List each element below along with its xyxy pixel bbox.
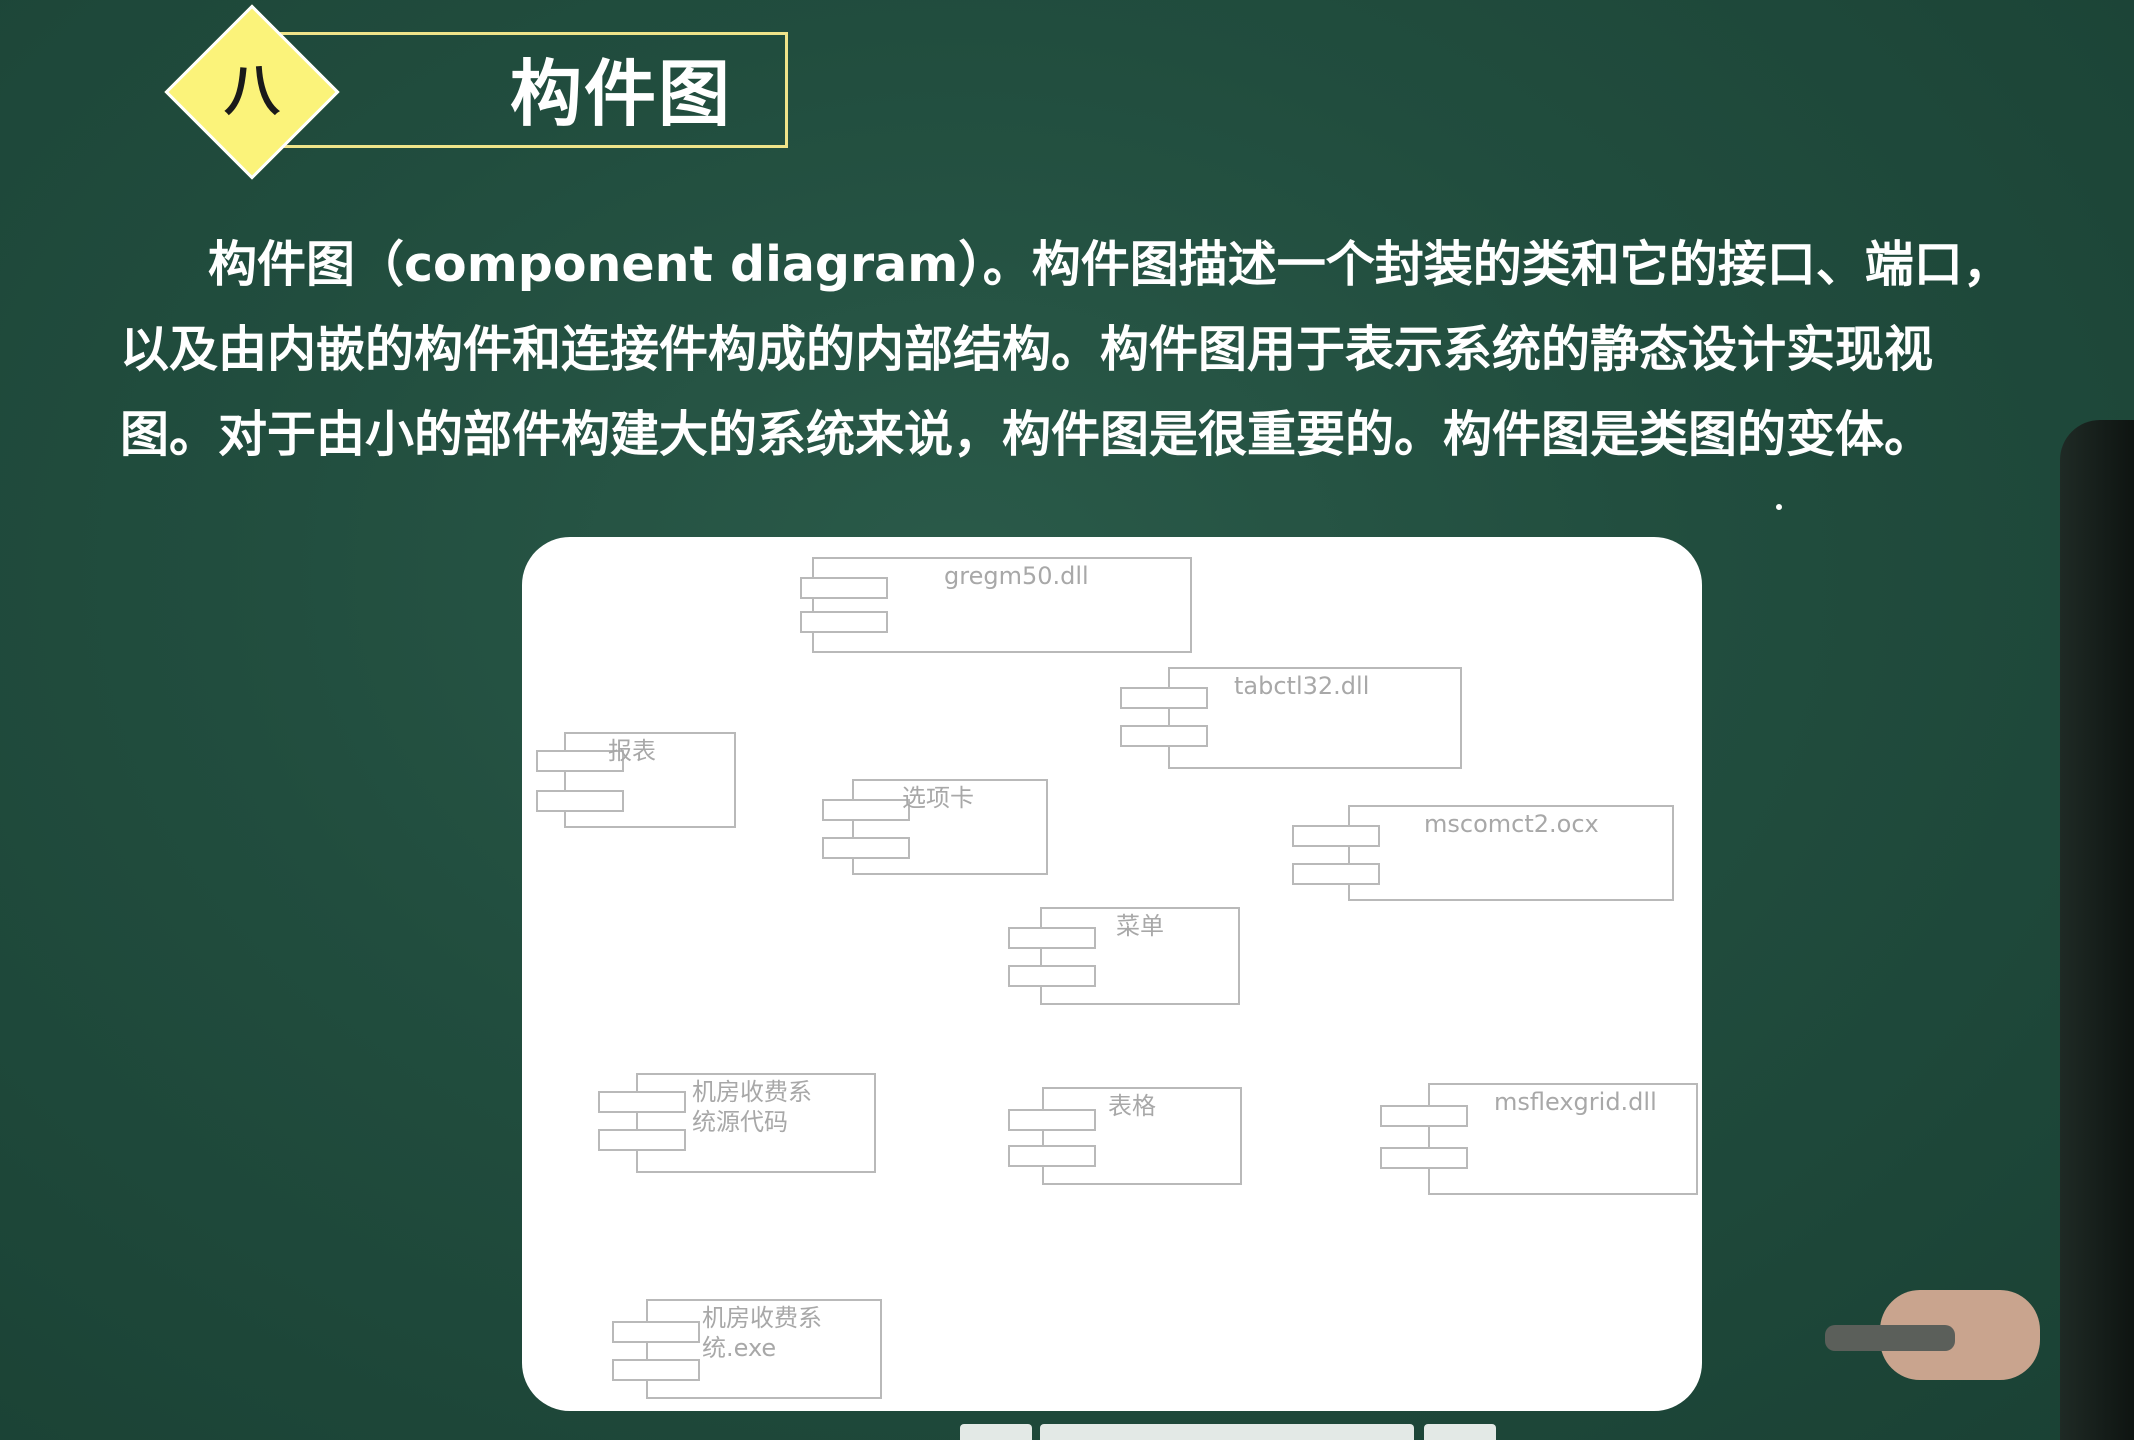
component-source: 机房收费系 统源代码 [598,1073,876,1173]
component-port [536,790,624,812]
description-paragraph: 构件图（component diagram）。构件图描述一个封装的类和它的接口、… [120,222,2130,477]
player-control-right [1424,1424,1496,1440]
component-port [612,1321,700,1343]
player-control-center [1040,1424,1414,1440]
section-number: 八 [224,59,280,124]
presenter-silhouette [2060,420,2134,1440]
component-label: 菜单 [1116,912,1164,940]
component-port [1008,927,1096,949]
component-label: 表格 [1108,1092,1156,1120]
component-port [1008,1145,1096,1167]
component-label: msflexgrid.dll [1494,1088,1657,1116]
description-line-3: 图。对于由小的部件构建大的系统来说，构件图是很重要的。构件图是类图的变体。 [120,406,1934,463]
component-port [1292,825,1380,847]
component-label: mscomct2.ocx [1424,810,1599,838]
component-port [1292,863,1380,885]
component-port [1120,725,1208,747]
component-port [598,1129,686,1151]
presenter-remote [1825,1325,1955,1351]
component-port [598,1091,686,1113]
component-port [1008,965,1096,987]
component-options: 选项卡 [822,779,1048,875]
description-line-1: 构件图（component diagram）。构件图描述一个封装的类和它的接口、… [208,236,2012,293]
component-label: 机房收费系 统源代码 [692,1078,812,1136]
component-port [800,577,888,599]
component-port [822,799,910,821]
component-msflexgrid: msflexgrid.dll [1380,1083,1698,1195]
component-menu: 菜单 [1008,907,1240,1005]
component-label: tabctl32.dll [1234,672,1370,700]
component-port [1120,687,1208,709]
component-forms: 表格 [1008,1087,1242,1185]
description-line-2: 以及由内嵌的构件和连接件构成的内部结构。构件图用于表示系统的静态设计实现视 [120,321,1934,378]
component-port [1380,1105,1468,1127]
component-port [822,837,910,859]
player-control-left [960,1424,1032,1440]
component-gregm50: gregm50.dll [800,557,1192,653]
component-port [1380,1147,1468,1169]
component-label: 选项卡 [902,784,974,812]
chalk-dot [1776,504,1782,510]
component-port [1008,1109,1096,1131]
component-report: 报表 [536,732,736,828]
component-port [800,611,888,633]
slide-title: 构件图 [510,52,733,136]
component-exe: 机房收费系 统.exe [612,1299,882,1399]
component-tabctl32: tabctl32.dll [1120,667,1462,769]
component-mscomct2: mscomct2.ocx [1292,805,1674,901]
component-port [612,1359,700,1381]
component-label: gregm50.dll [944,562,1089,590]
component-label: 报表 [608,737,656,765]
component-diagram-panel: gregm50.dll tabctl32.dll 报表 选项卡 mscomct2… [522,537,1702,1411]
component-label: 机房收费系 统.exe [702,1304,822,1362]
